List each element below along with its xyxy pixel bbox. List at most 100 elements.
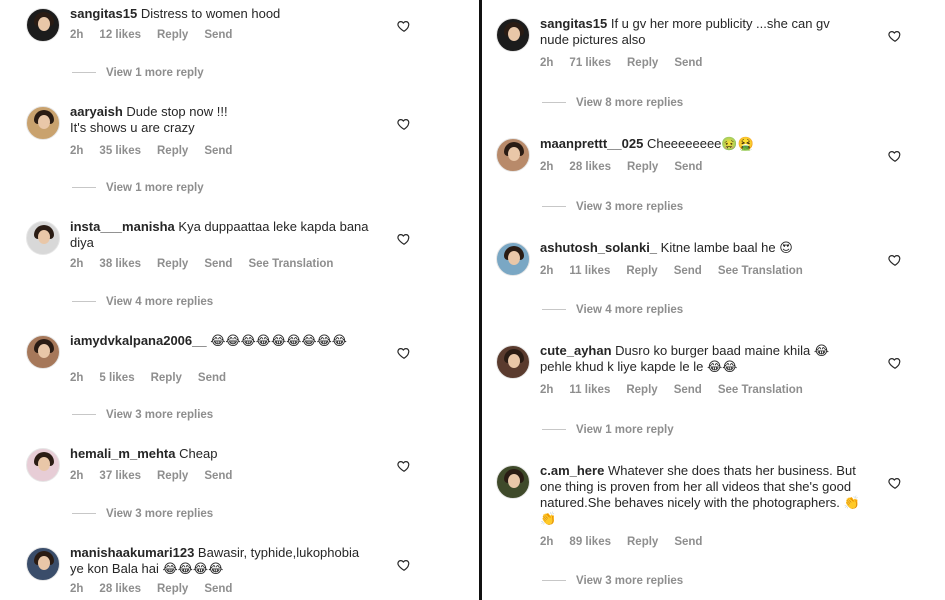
- avatar[interactable]: [26, 8, 60, 42]
- comment-meta: 2h 11 likes Reply Send See Translation: [540, 265, 819, 277]
- view-more-replies-button[interactable]: View 1 more reply: [72, 182, 204, 194]
- heart-outline-icon[interactable]: [397, 346, 411, 360]
- view-more-replies-button[interactable]: View 3 more replies: [72, 409, 213, 421]
- send-button[interactable]: Send: [674, 265, 702, 277]
- comment-time: 2h: [70, 372, 84, 384]
- send-button[interactable]: Send: [204, 145, 232, 157]
- view-more-replies-button[interactable]: View 4 more replies: [542, 304, 683, 316]
- replies-line: [72, 301, 96, 303]
- view-more-replies-label: View 1 more reply: [106, 67, 204, 79]
- likes-count[interactable]: 28 likes: [99, 583, 141, 595]
- reply-button[interactable]: Reply: [157, 29, 188, 41]
- reply-button[interactable]: Reply: [627, 57, 658, 69]
- avatar[interactable]: [26, 335, 60, 369]
- comment-text: aaryaish Dude stop now !!! It's shows u …: [70, 104, 370, 136]
- avatar[interactable]: [26, 547, 60, 581]
- view-more-replies-button[interactable]: View 3 more replies: [542, 201, 683, 213]
- send-button[interactable]: Send: [674, 536, 702, 548]
- see-translation-button[interactable]: See Translation: [248, 258, 333, 270]
- avatar[interactable]: [26, 448, 60, 482]
- heart-outline-icon[interactable]: [888, 356, 902, 370]
- view-more-replies-button[interactable]: View 4 more replies: [72, 296, 213, 308]
- reply-button[interactable]: Reply: [151, 372, 182, 384]
- likes-count[interactable]: 5 likes: [99, 372, 134, 384]
- heart-outline-icon[interactable]: [888, 29, 902, 43]
- reply-button[interactable]: Reply: [157, 145, 188, 157]
- view-more-replies-button[interactable]: View 8 more replies: [542, 97, 683, 109]
- reply-button[interactable]: Reply: [627, 161, 658, 173]
- heart-outline-icon[interactable]: [397, 232, 411, 246]
- reply-button[interactable]: Reply: [157, 470, 188, 482]
- comment-username[interactable]: ashutosh_solanki_: [540, 240, 657, 255]
- avatar[interactable]: [26, 221, 60, 255]
- comment-meta: 2h 28 likes Reply Send: [70, 583, 248, 595]
- view-more-replies-button[interactable]: View 3 more replies: [72, 508, 213, 520]
- avatar[interactable]: [496, 345, 530, 379]
- comment-username[interactable]: sangitas15: [540, 16, 607, 31]
- send-button[interactable]: Send: [204, 29, 232, 41]
- view-more-replies-button[interactable]: View 1 more reply: [72, 67, 204, 79]
- replies-line: [542, 580, 566, 582]
- comment-username[interactable]: hemali_m_mehta: [70, 446, 176, 461]
- send-button[interactable]: Send: [674, 384, 702, 396]
- view-more-replies-button[interactable]: View 1 more reply: [542, 424, 674, 436]
- comment-time: 2h: [540, 536, 554, 548]
- comment-username[interactable]: c.am_here: [540, 463, 604, 478]
- likes-count[interactable]: 11 likes: [569, 384, 610, 396]
- send-button[interactable]: Send: [674, 57, 702, 69]
- heart-outline-icon[interactable]: [888, 476, 902, 490]
- send-button[interactable]: Send: [204, 470, 232, 482]
- comment-username[interactable]: cute_ayhan: [540, 343, 612, 358]
- avatar[interactable]: [496, 465, 530, 499]
- send-button[interactable]: Send: [674, 161, 702, 173]
- heart-outline-icon[interactable]: [397, 117, 411, 131]
- send-button[interactable]: Send: [204, 583, 232, 595]
- comment-username[interactable]: maanprettt__025: [540, 136, 643, 151]
- likes-count[interactable]: 11 likes: [569, 265, 610, 277]
- comment-username[interactable]: iamydvkalpana2006__: [70, 333, 207, 348]
- likes-count[interactable]: 35 likes: [99, 145, 141, 157]
- avatar[interactable]: [26, 106, 60, 140]
- comment-username[interactable]: insta___manisha: [70, 219, 175, 234]
- heart-outline-icon[interactable]: [397, 558, 411, 572]
- comment-username[interactable]: sangitas15: [70, 6, 137, 21]
- likes-count[interactable]: 89 likes: [569, 536, 611, 548]
- avatar[interactable]: [496, 138, 530, 172]
- replies-line: [72, 72, 96, 74]
- comment-username[interactable]: manishaakumari123: [70, 545, 194, 560]
- view-more-replies-label: View 8 more replies: [576, 97, 684, 109]
- comment-text: sangitas15 If u gv her more publicity ..…: [540, 16, 860, 48]
- comment-meta: 2h 35 likes Reply Send: [70, 145, 248, 157]
- heart-outline-icon[interactable]: [888, 149, 902, 163]
- replies-line: [72, 513, 96, 515]
- likes-count[interactable]: 71 likes: [569, 57, 611, 69]
- likes-count[interactable]: 12 likes: [99, 29, 141, 41]
- see-translation-button[interactable]: See Translation: [718, 265, 803, 277]
- reply-button[interactable]: Reply: [157, 258, 188, 270]
- reply-button[interactable]: Reply: [626, 265, 657, 277]
- replies-line: [542, 102, 566, 104]
- likes-count[interactable]: 37 likes: [99, 470, 141, 482]
- heart-outline-icon[interactable]: [397, 459, 411, 473]
- view-more-replies-button[interactable]: View 3 more replies: [542, 575, 683, 587]
- comment-time: 2h: [70, 145, 84, 157]
- view-more-replies-label: View 1 more reply: [106, 182, 204, 194]
- heart-outline-icon[interactable]: [888, 253, 902, 267]
- likes-count[interactable]: 28 likes: [569, 161, 611, 173]
- comment-username[interactable]: aaryaish: [70, 104, 123, 119]
- view-more-replies-label: View 3 more replies: [576, 201, 684, 213]
- likes-count[interactable]: 38 likes: [99, 258, 141, 270]
- comment-body: Cheeeeeeee🤢🤮: [646, 136, 754, 151]
- reply-button[interactable]: Reply: [627, 536, 658, 548]
- avatar[interactable]: [496, 18, 530, 52]
- avatar[interactable]: [496, 242, 530, 276]
- reply-button[interactable]: Reply: [626, 384, 657, 396]
- see-translation-button[interactable]: See Translation: [718, 384, 803, 396]
- send-button[interactable]: Send: [204, 258, 232, 270]
- comment-text: iamydvkalpana2006__ 😂😂😂😂😂😂😂😂😂: [70, 333, 370, 349]
- reply-button[interactable]: Reply: [157, 583, 188, 595]
- heart-outline-icon[interactable]: [397, 19, 411, 33]
- comment-meta: 2h 71 likes Reply Send: [540, 57, 718, 69]
- view-more-replies-label: View 4 more replies: [106, 296, 214, 308]
- send-button[interactable]: Send: [198, 372, 226, 384]
